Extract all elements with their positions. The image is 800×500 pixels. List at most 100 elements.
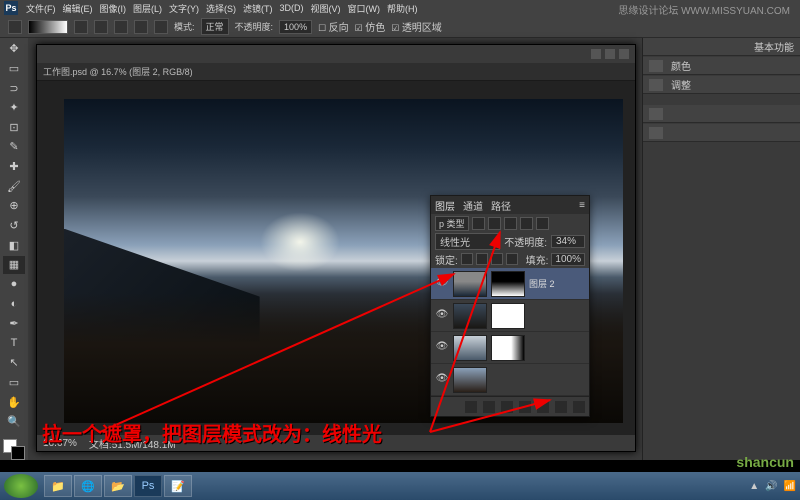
- lasso-tool[interactable]: ⊃: [3, 79, 25, 97]
- taskbar-photoshop-icon[interactable]: Ps: [134, 475, 162, 497]
- menu-file[interactable]: 文件(F): [23, 2, 59, 15]
- layer-name[interactable]: 图层 2: [529, 277, 555, 290]
- tab-layers[interactable]: 图层: [435, 198, 455, 213]
- visibility-icon[interactable]: 👁: [435, 341, 449, 355]
- shape-tool[interactable]: ▭: [3, 374, 25, 392]
- color-swatch[interactable]: [3, 439, 25, 461]
- menu-type[interactable]: 文字(Y): [166, 2, 202, 15]
- opacity-select[interactable]: 100%: [279, 20, 312, 34]
- gradient-tool[interactable]: ▦: [3, 256, 25, 274]
- gradient-tool-icon[interactable]: [8, 20, 22, 34]
- filter-type-icon[interactable]: [504, 217, 517, 230]
- menu-3d[interactable]: 3D(D): [277, 3, 307, 13]
- taskbar-app-icon[interactable]: 📝: [164, 475, 192, 497]
- tray-icon[interactable]: 🔊: [765, 481, 777, 492]
- layer-thumbnail[interactable]: [453, 271, 487, 297]
- marquee-tool[interactable]: ▭: [3, 60, 25, 78]
- reverse-checkbox[interactable]: ☐ 反向: [318, 19, 349, 34]
- zoom-tool[interactable]: 🔍: [3, 413, 25, 431]
- layer-mask-thumbnail[interactable]: [491, 335, 525, 361]
- wand-tool[interactable]: ✦: [3, 99, 25, 117]
- radial-gradient-icon[interactable]: [94, 20, 108, 34]
- workspace-switcher[interactable]: 基本功能: [643, 38, 800, 56]
- menu-edit[interactable]: 编辑(E): [60, 2, 96, 15]
- start-button[interactable]: [4, 474, 38, 498]
- move-tool[interactable]: ✥: [3, 40, 25, 58]
- new-group-icon[interactable]: [537, 401, 549, 413]
- new-fill-icon[interactable]: [519, 401, 531, 413]
- tab-channels[interactable]: 通道: [463, 198, 483, 213]
- layer-mask-thumbnail[interactable]: [491, 303, 525, 329]
- dodge-tool[interactable]: ◐: [3, 295, 25, 313]
- linear-gradient-icon[interactable]: [74, 20, 88, 34]
- layer-row[interactable]: 👁: [431, 364, 589, 396]
- lock-position-icon[interactable]: [491, 253, 503, 265]
- menu-view[interactable]: 视图(V): [308, 2, 344, 15]
- menu-help[interactable]: 帮助(H): [384, 2, 421, 15]
- layer-row[interactable]: 👁: [431, 332, 589, 364]
- panel-collapsed-2[interactable]: [643, 124, 800, 142]
- filter-smart-icon[interactable]: [536, 217, 549, 230]
- system-tray[interactable]: ▲ 🔊 📶: [749, 481, 796, 492]
- panel-collapsed-1[interactable]: [643, 105, 800, 123]
- eraser-tool[interactable]: ◧: [3, 236, 25, 254]
- menu-layer[interactable]: 图层(L): [130, 2, 165, 15]
- history-brush-tool[interactable]: ↺: [3, 217, 25, 235]
- document-tab[interactable]: 工作图.psd @ 16.7% (图层 2, RGB/8): [37, 63, 635, 81]
- panel-adjustments[interactable]: 调整: [643, 76, 800, 94]
- visibility-icon[interactable]: 👁: [435, 277, 449, 291]
- dither-checkbox[interactable]: ☑ 仿色: [355, 19, 386, 34]
- crop-tool[interactable]: ⊡: [3, 119, 25, 137]
- filter-adjust-icon[interactable]: [488, 217, 501, 230]
- link-layers-icon[interactable]: [465, 401, 477, 413]
- menu-window[interactable]: 窗口(W): [345, 2, 384, 15]
- visibility-icon[interactable]: 👁: [435, 373, 449, 387]
- minimize-icon[interactable]: [591, 49, 601, 59]
- pen-tool[interactable]: ✒: [3, 315, 25, 333]
- tab-paths[interactable]: 路径: [491, 198, 511, 213]
- filter-pixel-icon[interactable]: [472, 217, 485, 230]
- add-mask-icon[interactable]: [501, 401, 513, 413]
- transparency-checkbox[interactable]: ☑ 透明区域: [391, 19, 442, 34]
- filter-kind-select[interactable]: p 类型: [435, 216, 469, 231]
- reflected-gradient-icon[interactable]: [134, 20, 148, 34]
- filter-shape-icon[interactable]: [520, 217, 533, 230]
- maximize-icon[interactable]: [605, 49, 615, 59]
- layer-thumbnail[interactable]: [453, 367, 487, 393]
- angle-gradient-icon[interactable]: [114, 20, 128, 34]
- mode-select[interactable]: 正常: [201, 18, 229, 35]
- brush-tool[interactable]: 🖌: [3, 177, 25, 195]
- layer-mask-thumbnail[interactable]: [491, 271, 525, 297]
- eyedropper-tool[interactable]: ✎: [3, 138, 25, 156]
- lock-trans-icon[interactable]: [461, 253, 473, 265]
- panel-color[interactable]: 颜色: [643, 57, 800, 75]
- blend-mode-select[interactable]: 线性光: [435, 233, 500, 250]
- taskbar-browser-icon[interactable]: 🌐: [74, 475, 102, 497]
- type-tool[interactable]: T: [3, 334, 25, 352]
- layer-thumbnail[interactable]: [453, 335, 487, 361]
- gradient-preview-icon[interactable]: [28, 20, 68, 34]
- layer-row-selected[interactable]: 👁 图层 2: [431, 268, 589, 300]
- path-tool[interactable]: ↖: [3, 354, 25, 372]
- stamp-tool[interactable]: ⊕: [3, 197, 25, 215]
- layer-row[interactable]: 👁: [431, 300, 589, 332]
- menu-image[interactable]: 图像(I): [97, 2, 130, 15]
- new-layer-icon[interactable]: [555, 401, 567, 413]
- hand-tool[interactable]: ✋: [3, 393, 25, 411]
- diamond-gradient-icon[interactable]: [154, 20, 168, 34]
- layer-thumbnail[interactable]: [453, 303, 487, 329]
- menu-select[interactable]: 选择(S): [203, 2, 239, 15]
- menu-filter[interactable]: 滤镜(T): [240, 2, 276, 15]
- blur-tool[interactable]: ●: [3, 276, 25, 294]
- visibility-icon[interactable]: 👁: [435, 309, 449, 323]
- panel-menu-icon[interactable]: ≡: [579, 200, 585, 211]
- tray-icon[interactable]: 📶: [784, 481, 796, 492]
- fill-input[interactable]: 100%: [551, 253, 585, 266]
- taskbar-explorer-icon[interactable]: 📁: [44, 475, 72, 497]
- lock-pixels-icon[interactable]: [476, 253, 488, 265]
- lock-all-icon[interactable]: [506, 253, 518, 265]
- fx-icon[interactable]: [483, 401, 495, 413]
- close-icon[interactable]: [619, 49, 629, 59]
- taskbar-folder-icon[interactable]: 📂: [104, 475, 132, 497]
- heal-tool[interactable]: ✚: [3, 158, 25, 176]
